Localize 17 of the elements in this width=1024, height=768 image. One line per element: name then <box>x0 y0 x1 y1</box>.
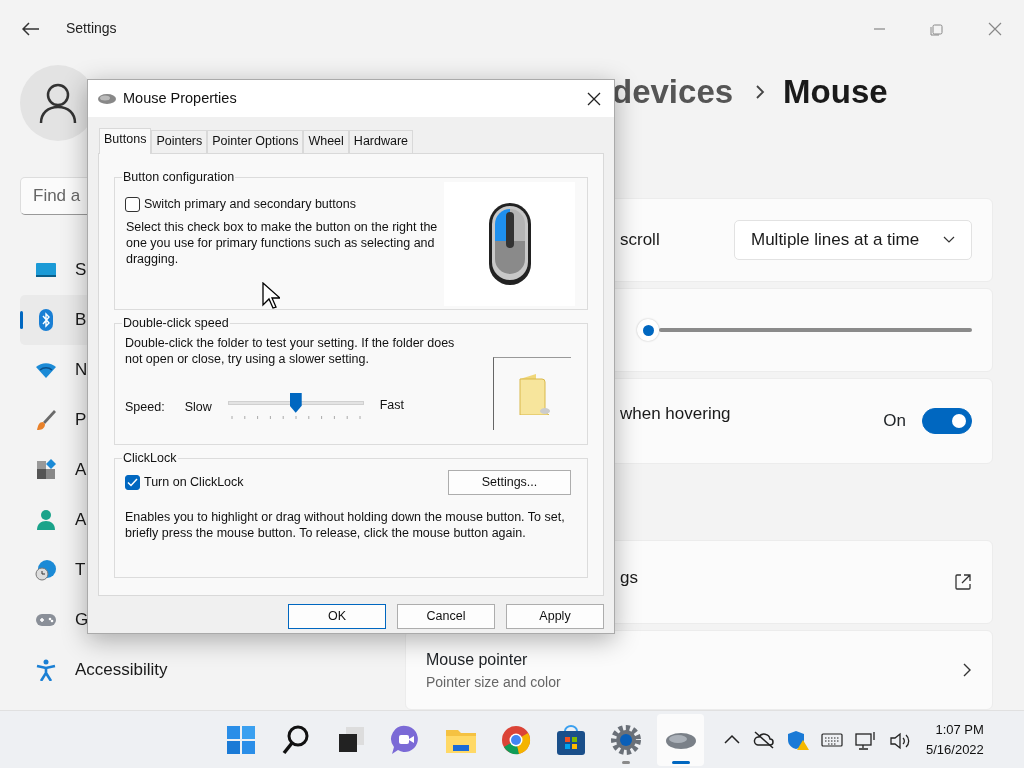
slow-label: Slow <box>184 398 212 416</box>
dialog-title: Mouse Properties <box>123 88 237 108</box>
window-title: Settings <box>66 19 117 38</box>
group-label: Button configuration <box>122 169 236 185</box>
setting-description: Pointer size and color <box>426 672 561 692</box>
setting-label: gs <box>620 567 638 589</box>
page-title: Mouse <box>783 72 888 113</box>
setting-label: scroll <box>620 229 660 252</box>
setting-label: Mouse pointer <box>426 649 529 670</box>
setting-label: when hovering <box>620 403 731 425</box>
description-text: Enables you to highlight or drag without holding down the mouse button. To set, briefly press the mouse button. To release, click the mouse button again. <box>125 508 566 541</box>
description-text: Double-click the folder to test your setting. If the folder does not open or close, try using a slower setting. <box>125 334 456 367</box>
group-label: Double-click speed <box>122 315 230 331</box>
fast-label: Fast <box>379 396 405 414</box>
toggle-state: On <box>883 410 906 433</box>
description-text: Select this check box to make the button on the right the one you use for primary functions such as selecting and dragging. <box>125 218 439 267</box>
speed-label: Speed: <box>125 398 165 416</box>
